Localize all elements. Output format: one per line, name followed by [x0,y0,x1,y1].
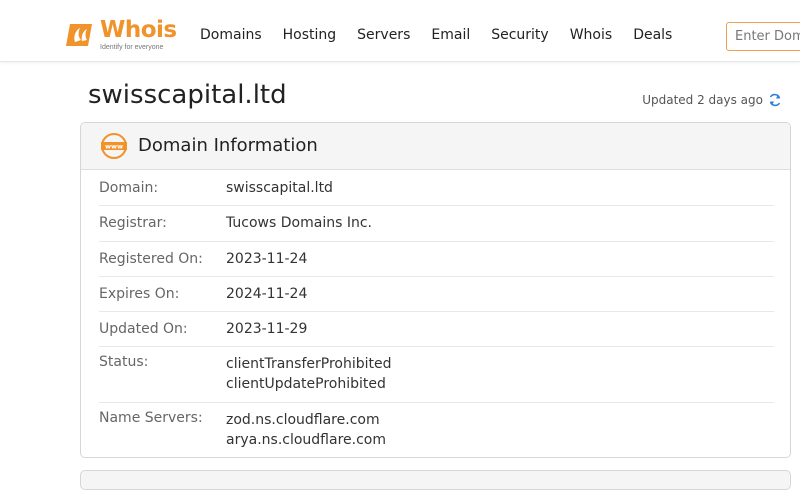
value-line: arya.ns.cloudflare.com [226,432,386,449]
value-line: swisscapital.ltd [226,180,333,197]
row-value: clientTransferProhibited clientUpdatePro… [226,354,391,402]
info-table: Domain: swisscapital.ltd Registrar: Tuco… [99,171,774,459]
value-line: zod.ns.cloudflare.com [226,412,380,429]
row-status: Status: clientTransferProhibited clientU… [99,347,774,404]
refresh-icon[interactable] [768,93,782,107]
value-line: 2024-11-24 [226,286,308,303]
row-name-servers: Name Servers: zod.ns.cloudflare.com arya… [99,403,774,459]
nav-domains[interactable]: Domains [200,27,262,43]
value-line: clientUpdateProhibited [226,376,386,393]
row-updated-on: Updated On: 2023-11-29 [99,312,774,348]
row-registered-on: Registered On: 2023-11-24 [99,242,774,277]
row-value: Tucows Domains Inc. [226,213,372,233]
row-label: Status: [99,354,149,371]
card-title: Domain Information [138,135,318,156]
updated-status: Updated 2 days ago [642,93,782,107]
row-registrar: Registrar: Tucows Domains Inc. [99,206,774,242]
www-icon: www [101,133,127,159]
row-label: Registrar: [99,215,167,232]
nav-whois[interactable]: Whois [570,27,612,43]
row-value: swisscapital.ltd [226,178,333,198]
row-label: Registered On: [99,250,203,267]
site-logo[interactable]: Whois Identify for everyone [64,17,177,54]
row-value: 2023-11-24 [226,249,307,269]
row-label: Name Servers: [99,410,203,427]
logo-tagline: Identify for everyone [100,44,164,51]
logo-wordmark: Whois [100,17,177,43]
nav-servers[interactable]: Servers [357,27,410,43]
row-value: 2024-11-24 [226,284,307,304]
value-line: Tucows Domains Inc. [226,215,372,232]
value-line: 2023-11-29 [226,321,308,338]
main-nav: Domains Hosting Servers Email Security W… [200,27,693,43]
nav-security[interactable]: Security [491,27,549,43]
row-label: Updated On: [99,321,188,338]
value-line: clientTransferProhibited [226,356,392,373]
nav-hosting[interactable]: Hosting [283,27,337,43]
row-label: Domain: [99,180,159,197]
nav-email[interactable]: Email [431,27,470,43]
svg-text:www: www [105,143,123,151]
next-card-edge [80,470,791,490]
domain-info-card: www Domain Information Domain: swisscapi… [80,122,791,458]
card-header: www Domain Information [81,123,790,170]
logo-mark-icon [66,24,92,46]
row-value: zod.ns.cloudflare.com arya.ns.cloudflare… [226,410,386,459]
row-domain: Domain: swisscapital.ltd [99,171,774,207]
nav-deals[interactable]: Deals [633,27,672,43]
value-line: 2023-11-24 [226,250,308,267]
top-header: Whois Identify for everyone Domains Host… [0,0,800,62]
page-title: swisscapital.ltd [88,80,287,110]
row-expires-on: Expires On: 2024-11-24 [99,277,774,313]
row-label: Expires On: [99,286,180,303]
updated-text: Updated 2 days ago [642,93,763,107]
search-input[interactable] [726,22,800,51]
row-value: 2023-11-29 [226,319,307,339]
